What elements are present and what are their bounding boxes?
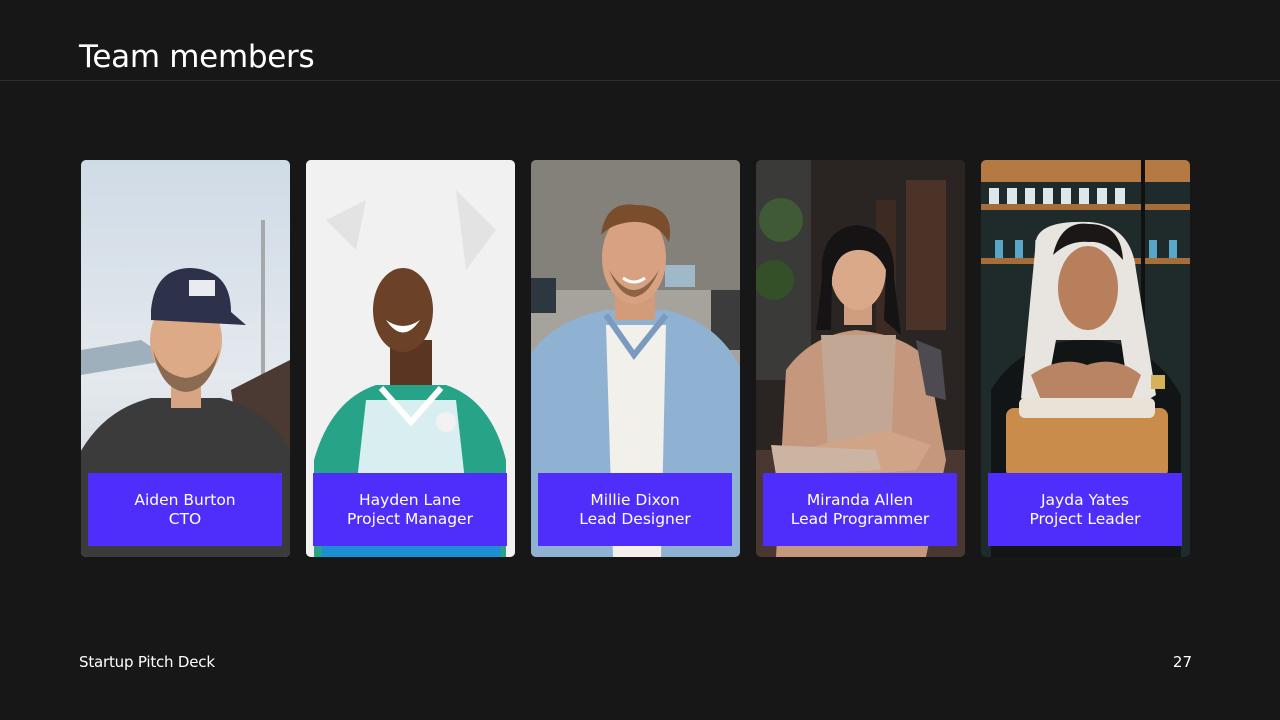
member-name: Jayda Yates	[1040, 490, 1130, 509]
member-name: Aiden Burton	[134, 490, 236, 509]
member-role: Project Leader	[1029, 509, 1141, 528]
team-card-miranda-allen: Miranda Allen Lead Programmer	[756, 160, 965, 557]
member-role: Lead Programmer	[790, 509, 930, 528]
team-card-jayda-yates: Jayda Yates Project Leader	[981, 160, 1190, 557]
slide-title: Team members	[79, 39, 315, 75]
member-name: Hayden Lane	[359, 490, 461, 509]
member-caption: Hayden Lane Project Manager	[313, 473, 507, 546]
team-card-millie-dixon: Millie Dixon Lead Designer	[531, 160, 740, 557]
slide: Team members Aiden Burton CTO Hayden Lan…	[0, 0, 1280, 720]
member-role: CTO	[168, 509, 202, 528]
title-divider	[0, 80, 1280, 81]
member-caption: Jayda Yates Project Leader	[988, 473, 1182, 546]
member-role: Lead Designer	[579, 509, 691, 528]
page-number: 27	[1172, 653, 1192, 671]
member-name: Millie Dixon	[590, 490, 680, 509]
team-card-aiden-burton: Aiden Burton CTO	[81, 160, 290, 557]
deck-name-label: Startup Pitch Deck	[79, 653, 215, 671]
member-caption: Miranda Allen Lead Programmer	[763, 473, 957, 546]
member-name: Miranda Allen	[806, 490, 914, 509]
team-card-hayden-lane: Hayden Lane Project Manager	[306, 160, 515, 557]
member-caption: Aiden Burton CTO	[88, 473, 282, 546]
team-cards: Aiden Burton CTO Hayden Lane Project Man…	[81, 160, 1190, 557]
member-role: Project Manager	[347, 509, 473, 528]
member-caption: Millie Dixon Lead Designer	[538, 473, 732, 546]
